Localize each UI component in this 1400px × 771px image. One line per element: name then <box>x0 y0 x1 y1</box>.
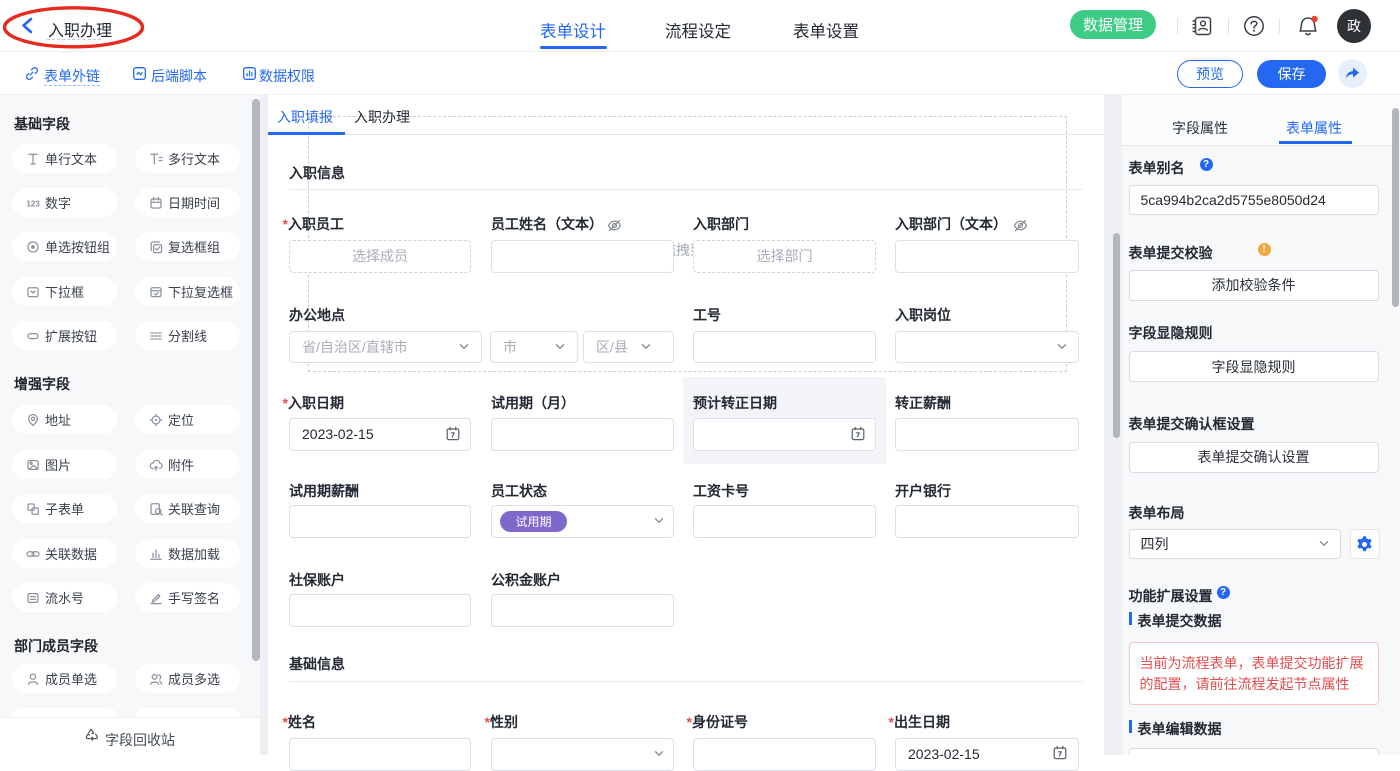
svg-text:123: 123 <box>26 199 40 208</box>
